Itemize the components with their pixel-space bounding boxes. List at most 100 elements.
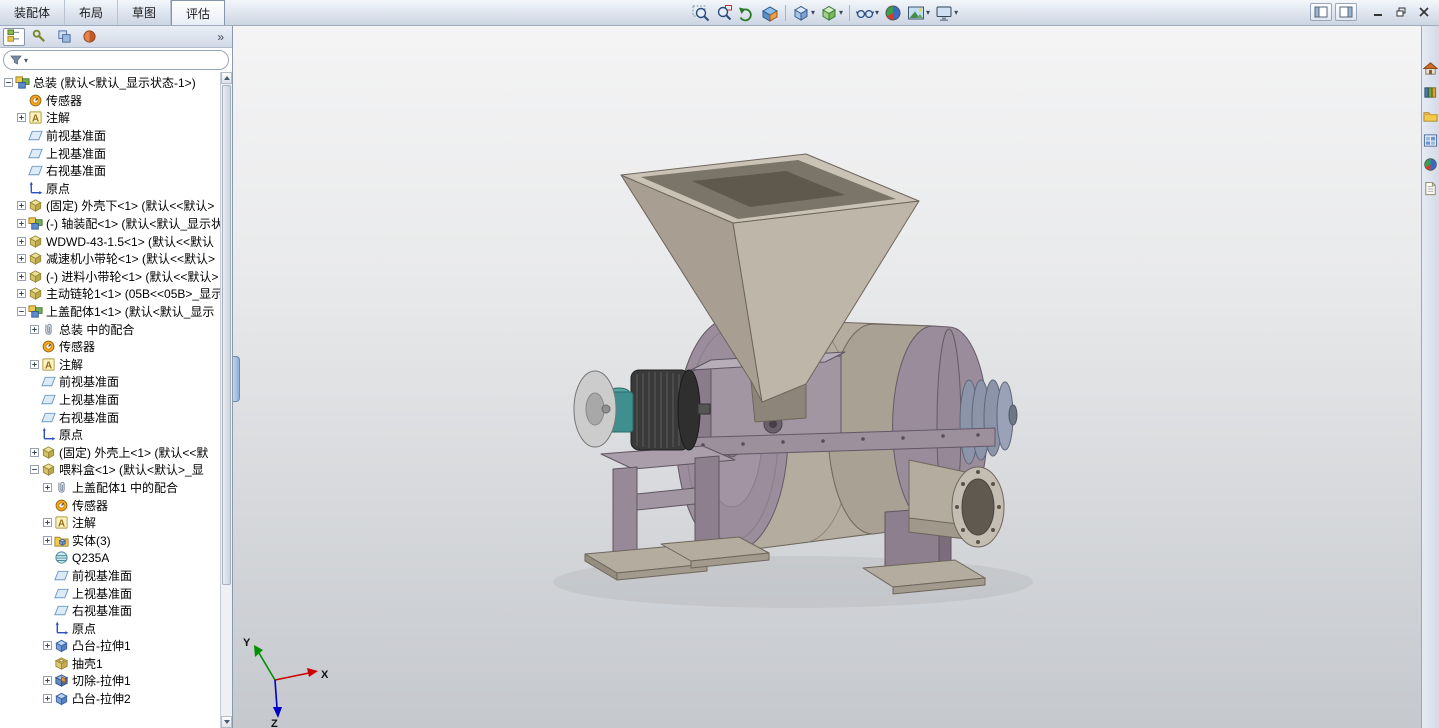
- commandmanager-tab-1[interactable]: 装配体: [0, 0, 66, 25]
- tree-item[interactable]: 减速机小带轮<1> (默认<<默认>: [0, 250, 220, 268]
- tree-item[interactable]: 原点: [0, 180, 220, 198]
- tree-item[interactable]: (固定) 外壳上<1> (默认<<默: [0, 443, 220, 461]
- expand-toggle[interactable]: [17, 113, 26, 123]
- hide-show-items-button[interactable]: ▾: [854, 3, 881, 23]
- tree-item[interactable]: 上盖配体1<1> (默认<默认_显示: [0, 303, 220, 321]
- collapse-toggle[interactable]: [30, 465, 39, 475]
- tree-item[interactable]: 前视基准面: [0, 127, 220, 145]
- collapse-toggle[interactable]: [4, 78, 13, 88]
- expand-toggle[interactable]: [30, 324, 39, 334]
- tree-item[interactable]: 原点: [0, 426, 220, 444]
- graphics-viewport[interactable]: Y X Z: [233, 26, 1421, 728]
- featuremanager-design-tree-tab[interactable]: [3, 27, 25, 46]
- tree-item[interactable]: WDWD-43-1.5<1> (默认<<默认: [0, 232, 220, 250]
- displaymanager-tab[interactable]: [78, 28, 100, 46]
- expand-toggle[interactable]: [43, 694, 52, 704]
- expand-toggle[interactable]: [17, 289, 26, 299]
- panel-tabs-overflow[interactable]: »: [212, 30, 229, 44]
- dropdown-caret[interactable]: ▾: [839, 9, 843, 17]
- file-explorer-button[interactable]: [1422, 108, 1439, 125]
- tree-item[interactable]: 右视基准面: [0, 602, 220, 620]
- minimize-window-button[interactable]: [1367, 3, 1388, 21]
- tree-item[interactable]: A 注解: [0, 514, 220, 532]
- tree-item[interactable]: 前视基准面: [0, 373, 220, 391]
- tree-item[interactable]: 上盖配体1 中的配合: [0, 479, 220, 497]
- tree-item[interactable]: 喂料盒<1> (默认<默认>_显: [0, 461, 220, 479]
- tree-item[interactable]: (固定) 外壳下<1> (默认<<默认>: [0, 197, 220, 215]
- tree-item[interactable]: 总装 (默认<默认_显示状态-1>): [0, 74, 220, 92]
- restore-window-button[interactable]: [1390, 3, 1411, 21]
- close-window-button[interactable]: [1413, 3, 1434, 21]
- scroll-thumb[interactable]: [222, 85, 231, 585]
- expand-toggle[interactable]: [43, 518, 52, 528]
- expand-toggle[interactable]: [17, 201, 26, 211]
- solidworks-resources-button[interactable]: [1422, 60, 1439, 77]
- tree-item[interactable]: 传感器: [0, 496, 220, 514]
- expand-toggle[interactable]: [30, 359, 39, 369]
- tree-item[interactable]: 切除-拉伸1: [0, 672, 220, 690]
- tree-item[interactable]: 实体(3): [0, 531, 220, 549]
- display-style-button[interactable]: ▾: [818, 3, 845, 23]
- tree-item[interactable]: 上视基准面: [0, 144, 220, 162]
- section-view-button[interactable]: [759, 3, 781, 23]
- appearances-scenes-button[interactable]: [1422, 156, 1439, 173]
- design-library-button[interactable]: [1422, 84, 1439, 101]
- view-palette-button[interactable]: [1422, 132, 1439, 149]
- previous-view-button[interactable]: [736, 3, 758, 23]
- custom-properties-button[interactable]: [1422, 180, 1439, 197]
- tree-item[interactable]: 原点: [0, 619, 220, 637]
- toggle-task-pane-button[interactable]: [1335, 3, 1357, 21]
- scroll-track[interactable]: [221, 586, 232, 716]
- tree-scrollbar[interactable]: [220, 72, 232, 728]
- collapse-toggle[interactable]: [17, 307, 26, 317]
- tree-item[interactable]: 右视基准面: [0, 162, 220, 180]
- view-settings-button[interactable]: ▾: [933, 3, 960, 23]
- edit-appearance-button[interactable]: [882, 3, 904, 23]
- tree-item[interactable]: 右视基准面: [0, 408, 220, 426]
- expand-toggle[interactable]: [17, 219, 26, 229]
- scroll-down-button[interactable]: [221, 716, 232, 728]
- machine-model[interactable]: [233, 26, 1421, 728]
- tree-item[interactable]: 抽壳1: [0, 655, 220, 673]
- tree-item[interactable]: (-) 进料小带轮<1> (默认<<默认>: [0, 268, 220, 286]
- view-orientation-button[interactable]: ▾: [790, 3, 817, 23]
- dropdown-caret[interactable]: ▾: [875, 9, 879, 17]
- expand-toggle[interactable]: [30, 447, 39, 457]
- expand-toggle[interactable]: [43, 676, 52, 686]
- expand-toggle[interactable]: [43, 641, 52, 651]
- expand-toggle[interactable]: [43, 482, 52, 492]
- tree-item[interactable]: 凸台-拉伸1: [0, 637, 220, 655]
- expand-toggle[interactable]: [17, 271, 26, 281]
- tree-item[interactable]: Q235A: [0, 549, 220, 567]
- scroll-up-button[interactable]: [221, 72, 232, 84]
- tree-item[interactable]: 上视基准面: [0, 391, 220, 409]
- propertymanager-tab[interactable]: [28, 28, 50, 46]
- expand-toggle[interactable]: [17, 254, 26, 264]
- tree-item[interactable]: A 注解: [0, 356, 220, 374]
- tree-item[interactable]: 前视基准面: [0, 567, 220, 585]
- commandmanager-tab-3[interactable]: 草图: [118, 0, 172, 25]
- panel-splitter-handle[interactable]: [233, 356, 240, 402]
- zoom-to-fit-button[interactable]: [690, 3, 712, 23]
- tree-item[interactable]: 总装 中的配合: [0, 320, 220, 338]
- tree-item[interactable]: 传感器: [0, 92, 220, 110]
- tree-item[interactable]: 上视基准面: [0, 584, 220, 602]
- dropdown-caret[interactable]: ▾: [811, 9, 815, 17]
- zoom-to-area-button[interactable]: [713, 3, 735, 23]
- dropdown-caret[interactable]: ▾: [954, 9, 958, 17]
- expand-toggle[interactable]: [43, 535, 52, 545]
- tree-item[interactable]: 传感器: [0, 338, 220, 356]
- tree-item[interactable]: 主动链轮1<1> (05B<<05B>_显示: [0, 285, 220, 303]
- toggle-featuremanager-pane-button[interactable]: [1310, 3, 1332, 21]
- tree-item[interactable]: 凸台-拉伸2: [0, 690, 220, 708]
- commandmanager-tab-4[interactable]: 评估: [171, 0, 226, 25]
- tree-item[interactable]: A 注解: [0, 109, 220, 127]
- filter-dropdown-caret[interactable]: ▾: [24, 56, 28, 65]
- apply-scene-button[interactable]: ▾: [905, 3, 932, 23]
- commandmanager-tab-2[interactable]: 布局: [65, 0, 119, 25]
- tree-item[interactable]: (-) 轴装配<1> (默认<默认_显示状: [0, 215, 220, 233]
- configurationmanager-tab[interactable]: [53, 28, 75, 46]
- expand-toggle[interactable]: [17, 236, 26, 246]
- dropdown-caret[interactable]: ▾: [926, 9, 930, 17]
- tree-filter-input[interactable]: [30, 52, 222, 68]
